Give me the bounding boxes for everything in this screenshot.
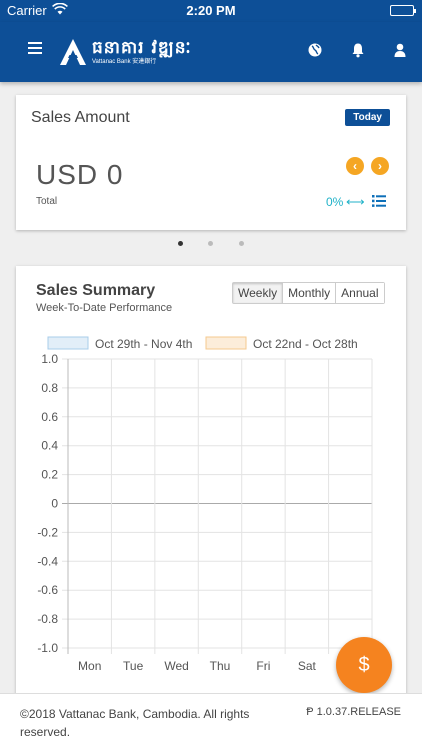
sales-summary-card: Sales Summary Week-To-Date Performance W… bbox=[16, 266, 406, 696]
add-sale-fab-button[interactable]: $ bbox=[336, 637, 392, 693]
y-tick-label: -0.8 bbox=[37, 612, 58, 626]
copyright-text: ©2018 Vattanac Bank, Cambodia. All right… bbox=[20, 707, 250, 739]
y-tick-label: 1.0 bbox=[41, 352, 58, 366]
top-navbar: ធនាគារ វឌ្ឍនៈ Vattanac Bank 安達銀行 bbox=[0, 22, 422, 82]
y-tick-label: -1.0 bbox=[37, 641, 58, 655]
x-tick-label: Thu bbox=[210, 659, 231, 673]
legend-swatch-1 bbox=[47, 336, 89, 350]
logo-latin-text: Vattanac Bank 安達銀行 bbox=[92, 58, 157, 65]
bell-icon[interactable] bbox=[350, 42, 366, 58]
battery-icon bbox=[390, 5, 416, 16]
period-badge[interactable]: Today bbox=[345, 109, 390, 126]
y-tick-label: 0.4 bbox=[41, 439, 58, 453]
y-tick-label: 0.6 bbox=[41, 410, 58, 424]
y-tick-label: -0.4 bbox=[37, 554, 58, 568]
page-indicator[interactable] bbox=[0, 241, 422, 249]
page-dot-1[interactable] bbox=[178, 241, 183, 246]
y-tick-label: 0.8 bbox=[41, 381, 58, 395]
y-tick-label: -0.2 bbox=[37, 525, 58, 539]
legend-label-2: Oct 22nd - Oct 28th bbox=[253, 337, 358, 351]
change-arrow-icon: ⟷ bbox=[346, 194, 365, 209]
y-tick-label: 0.2 bbox=[41, 468, 58, 482]
globe-icon[interactable] bbox=[307, 42, 323, 58]
x-tick-label: Mon bbox=[78, 659, 101, 673]
bank-logo: ធនាគារ វឌ្ឍនៈ Vattanac Bank 安達銀行 bbox=[58, 35, 192, 69]
logo-mark-icon bbox=[60, 39, 86, 65]
menu-icon[interactable] bbox=[28, 42, 42, 56]
sales-summary-chart: Oct 29th - Nov 4th Oct 22nd - Oct 28th 1.0… bbox=[37, 336, 373, 673]
next-period-button[interactable]: › bbox=[371, 157, 389, 175]
list-icon[interactable] bbox=[372, 194, 386, 207]
status-bar: Carrier 2:20 PM bbox=[0, 0, 422, 22]
page-dot-3[interactable] bbox=[239, 241, 244, 246]
x-tick-label: Wed bbox=[164, 659, 188, 673]
page-dot-2[interactable] bbox=[208, 241, 213, 246]
sales-amount-card: Sales Amount Today USD 0 Total ‹ › 0% ⟷ bbox=[16, 95, 406, 230]
change-percent: 0% bbox=[326, 195, 344, 209]
user-icon[interactable] bbox=[392, 42, 408, 58]
version-text: Ᵽ 1.0.37.RELEASE bbox=[306, 706, 401, 718]
footer: ©2018 Vattanac Bank, Cambodia. All right… bbox=[0, 693, 422, 750]
total-label: Total bbox=[36, 196, 58, 207]
y-tick-label: -0.6 bbox=[37, 583, 58, 597]
sales-amount-value: USD 0 bbox=[36, 159, 124, 190]
clock: 2:20 PM bbox=[186, 3, 236, 18]
legend-swatch-2 bbox=[205, 336, 247, 350]
y-tick-label: 0 bbox=[51, 497, 58, 511]
logo-khmer-text: ធនាគារ វឌ្ឍនៈ bbox=[92, 37, 192, 58]
sales-amount-title: Sales Amount bbox=[31, 109, 130, 126]
x-tick-label: Tue bbox=[123, 659, 144, 673]
previous-period-button[interactable]: ‹ bbox=[346, 157, 364, 175]
legend-label-1: Oct 29th - Nov 4th bbox=[95, 337, 192, 351]
x-tick-label: Sat bbox=[298, 659, 317, 673]
x-tick-label: Fri bbox=[256, 659, 270, 673]
